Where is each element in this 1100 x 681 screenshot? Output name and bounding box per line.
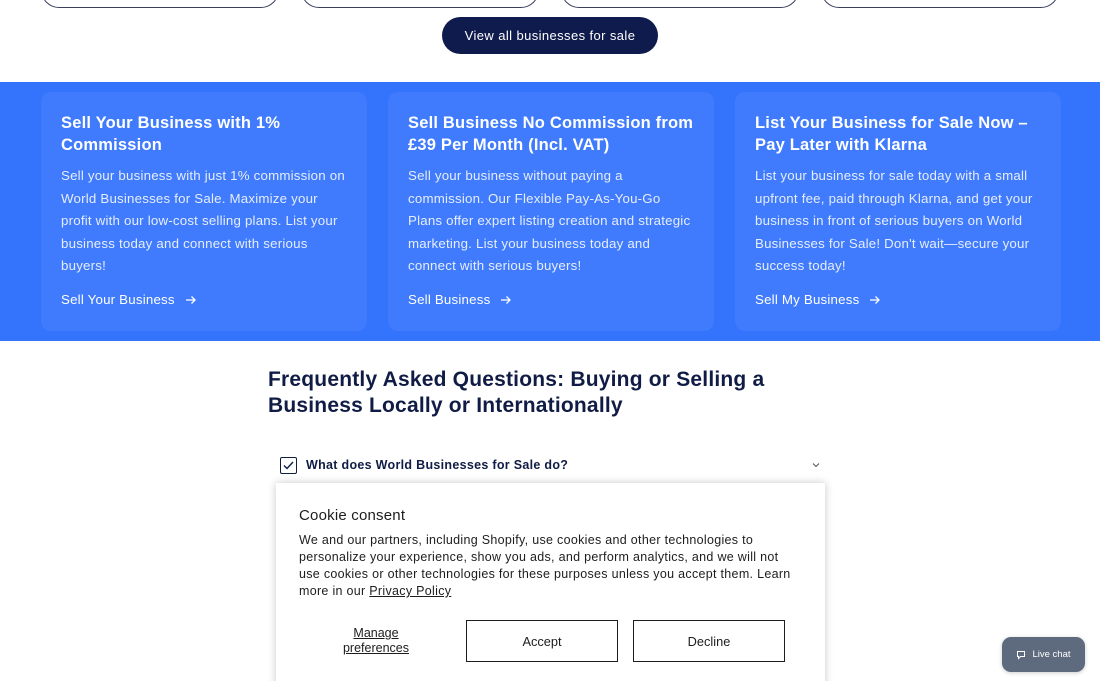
promo-link-label: Sell Your Business: [61, 292, 175, 307]
promo-text: Sell your business without paying a comm…: [408, 168, 691, 273]
cookie-title: Cookie consent: [299, 507, 406, 524]
cookie-consent-dialog: Cookie consent We and our partners, incl…: [276, 483, 825, 681]
faq-title: Frequently Asked Questions: Buying or Se…: [268, 368, 765, 417]
promo-title: List Your Business for Sale Now – Pay La…: [755, 114, 1028, 154]
top-cards-remnant: [0, 0, 1100, 10]
chat-bubble-icon: [1017, 650, 1026, 660]
promo-title: Sell Business No Commission from £39 Per…: [408, 114, 694, 154]
sell-promo-section: Sell Your Business with 1% Commission Se…: [0, 82, 1100, 341]
sell-business-link[interactable]: Sell Business: [408, 292, 512, 307]
chevron-down-icon: [812, 463, 820, 468]
promo-text: List your business for sale today with a…: [755, 168, 1033, 273]
view-all-businesses-button[interactable]: View all businesses for sale: [442, 17, 658, 54]
listing-card[interactable]: [821, 0, 1059, 8]
sell-my-business-link[interactable]: Sell My Business: [755, 292, 881, 307]
decline-button[interactable]: Decline: [633, 620, 785, 662]
arrow-right-icon: [185, 295, 196, 304]
promo-card-klarna: List Your Business for Sale Now – Pay La…: [735, 92, 1061, 331]
promo-link-label: Sell My Business: [755, 292, 860, 307]
promo-link-label: Sell Business: [408, 292, 491, 307]
listing-card[interactable]: [301, 0, 539, 8]
arrow-right-icon: [501, 295, 512, 304]
manage-preferences-link[interactable]: Manage preferences: [336, 626, 416, 656]
promo-text: Sell your business with just 1% commissi…: [61, 168, 345, 273]
privacy-policy-link[interactable]: Privacy Policy: [369, 584, 451, 598]
live-chat-label: Live chat: [1032, 649, 1071, 660]
sell-your-business-link[interactable]: Sell Your Business: [61, 292, 197, 307]
promo-title: Sell Your Business with 1% Commission: [61, 114, 281, 154]
listing-card[interactable]: [41, 0, 279, 8]
promo-card-commission: Sell Your Business with 1% Commission Se…: [41, 92, 367, 331]
checkbox-checked-icon: [280, 456, 297, 474]
listing-card[interactable]: [561, 0, 799, 8]
faq-question: What does World Businesses for Sale do?: [306, 458, 569, 472]
cookie-body: We and our partners, including Shopify, …: [299, 532, 802, 600]
accept-button[interactable]: Accept: [466, 620, 618, 662]
faq-item[interactable]: What does World Businesses for Sale do?: [278, 455, 824, 475]
live-chat-button[interactable]: Live chat: [1002, 637, 1085, 672]
promo-card-no-commission: Sell Business No Commission from £39 Per…: [388, 92, 714, 331]
arrow-right-icon: [870, 295, 881, 304]
